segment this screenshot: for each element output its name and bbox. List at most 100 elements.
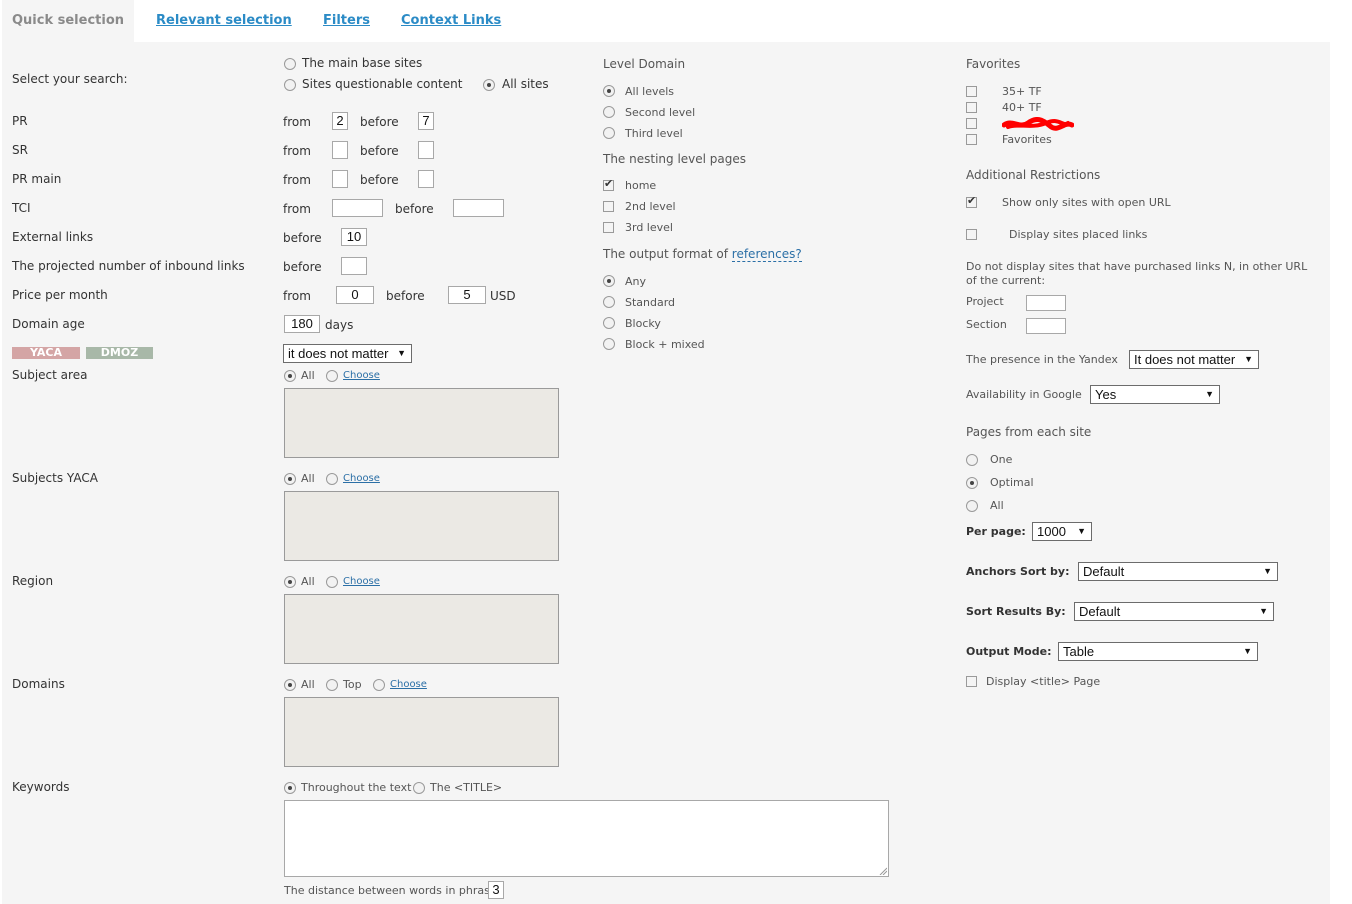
region-radio-all[interactable] [284, 576, 296, 588]
tci-before-input[interactable] [453, 199, 504, 217]
pages-radio-all[interactable] [966, 500, 978, 512]
domain-age-unit: days [325, 318, 354, 332]
nesting-2nd-label: 2nd level [625, 200, 676, 213]
distance-input[interactable]: 3 [488, 881, 504, 899]
nesting-home-checkbox[interactable] [603, 177, 614, 191]
domains-radio-top[interactable] [326, 679, 338, 691]
sort-results-select[interactable]: Default ▼ [1074, 602, 1274, 621]
fav-favorites-checkbox[interactable] [966, 134, 977, 145]
level-radio-second[interactable] [603, 106, 615, 118]
radio-questionable-content[interactable] [284, 79, 296, 91]
subject-area-choose-link[interactable]: Choose [343, 370, 380, 381]
google-select[interactable]: Yes ▼ [1090, 385, 1220, 404]
subjects-yaca-radio-choose[interactable] [326, 473, 338, 485]
tab-filters[interactable]: Filters [323, 0, 370, 42]
sr-from-input[interactable] [332, 141, 348, 159]
format-radio-block-mixed[interactable] [603, 338, 615, 350]
placed-links-label: Display sites placed links [1009, 228, 1148, 241]
nesting-3rd-checkbox[interactable] [603, 222, 614, 233]
tci-from-label: from [283, 202, 311, 216]
per-page-select-value: 1000 [1037, 524, 1066, 539]
domains-choose-link[interactable]: Choose [390, 679, 427, 690]
chevron-down-icon: ▼ [1259, 606, 1268, 616]
domains-list[interactable] [284, 697, 559, 767]
tab-context-links[interactable]: Context Links [401, 0, 501, 42]
pr-main-from-input[interactable] [332, 170, 348, 188]
pr-from-input[interactable]: 2 [332, 112, 348, 130]
placed-links-checkbox[interactable] [966, 229, 977, 240]
subjects-yaca-list[interactable] [284, 491, 559, 561]
pages-radio-optimal[interactable] [966, 477, 978, 489]
keywords-text-label: Throughout the text [301, 781, 412, 794]
level-second-label: Second level [625, 106, 696, 119]
price-before-input[interactable]: 5 [448, 286, 486, 304]
subject-area-radio-choose[interactable] [326, 370, 338, 382]
region-radio-choose[interactable] [326, 576, 338, 588]
sort-results-select-value: Default [1079, 604, 1121, 619]
inbound-links-input[interactable] [341, 257, 367, 275]
references-link[interactable]: references? [731, 247, 802, 262]
format-radio-blocky[interactable] [603, 317, 615, 329]
tci-from-input[interactable] [332, 199, 383, 217]
keywords-radio-text[interactable] [284, 782, 296, 794]
sr-before-input[interactable] [418, 141, 434, 159]
nesting-2nd-checkbox[interactable] [603, 201, 614, 212]
subjects-yaca-radio-all[interactable] [284, 473, 296, 485]
keywords-radio-title[interactable] [413, 782, 425, 794]
catalog-select[interactable]: it does not matter ▼ [283, 344, 412, 363]
pr-label: PR [12, 114, 28, 128]
subjects-yaca-choose-link[interactable]: Choose [343, 473, 380, 484]
open-url-checkbox[interactable] [966, 194, 977, 208]
fav-hidden-checkbox[interactable] [966, 118, 977, 129]
catalog-select-value: it does not matter [288, 346, 389, 361]
redaction-scribble [1002, 117, 1074, 131]
radio-all-sites[interactable] [483, 79, 495, 91]
tci-label: TCI [12, 201, 31, 215]
format-radio-any[interactable] [603, 275, 615, 287]
region-list[interactable] [284, 594, 559, 664]
tab-relevant-selection[interactable]: Relevant selection [156, 0, 292, 42]
external-links-input[interactable]: 10 [341, 228, 367, 246]
inbound-before-label: before [283, 260, 322, 274]
chevron-down-icon: ▼ [397, 348, 406, 358]
keywords-textarea[interactable] [284, 800, 889, 877]
yaca-badge: YACA [12, 347, 80, 359]
level-radio-all[interactable] [603, 85, 615, 97]
section-input[interactable] [1026, 318, 1066, 334]
radio-main-base-sites[interactable] [284, 58, 296, 70]
level-radio-third[interactable] [603, 127, 615, 139]
google-select-value: Yes [1095, 387, 1117, 402]
format-radio-standard[interactable] [603, 296, 615, 308]
level-third-label: Third level [625, 127, 683, 140]
project-input[interactable] [1026, 295, 1066, 311]
domains-radio-choose[interactable] [373, 679, 385, 691]
format-blocky-label: Blocky [625, 317, 661, 330]
anchors-sort-select[interactable]: Default ▼ [1078, 562, 1278, 581]
domains-top-label: Top [343, 678, 362, 691]
domain-age-label: Domain age [12, 317, 85, 331]
dmoz-badge: DMOZ [86, 347, 153, 359]
region-choose-link[interactable]: Choose [343, 576, 380, 587]
nesting-3rd-label: 3rd level [625, 221, 673, 234]
pr-before-input[interactable]: 7 [418, 112, 434, 130]
fav-35tf-checkbox[interactable] [966, 86, 977, 97]
subject-area-radio-all[interactable] [284, 370, 296, 382]
price-from-input[interactable]: 0 [336, 286, 374, 304]
subject-area-list[interactable] [284, 388, 559, 458]
domains-radio-all[interactable] [284, 679, 296, 691]
output-mode-select[interactable]: Table ▼ [1058, 642, 1258, 661]
not-display-text-2: of the current: [966, 274, 1046, 287]
domains-label: Domains [12, 677, 65, 691]
resize-grip-icon[interactable] [879, 867, 887, 875]
tab-quick-selection[interactable]: Quick selection [2, 0, 134, 42]
sort-results-label: Sort Results By: [966, 605, 1066, 618]
pr-main-before-input[interactable] [418, 170, 434, 188]
pages-radio-one[interactable] [966, 454, 978, 466]
section-label: Section [966, 318, 1007, 331]
fav-40tf-checkbox[interactable] [966, 102, 977, 113]
yandex-select[interactable]: It does not matter ▼ [1129, 350, 1259, 369]
level-all-label: All levels [625, 85, 675, 98]
domain-age-input[interactable]: 180 [284, 315, 320, 333]
per-page-select[interactable]: 1000 ▼ [1032, 522, 1092, 541]
display-title-checkbox[interactable] [966, 676, 977, 687]
